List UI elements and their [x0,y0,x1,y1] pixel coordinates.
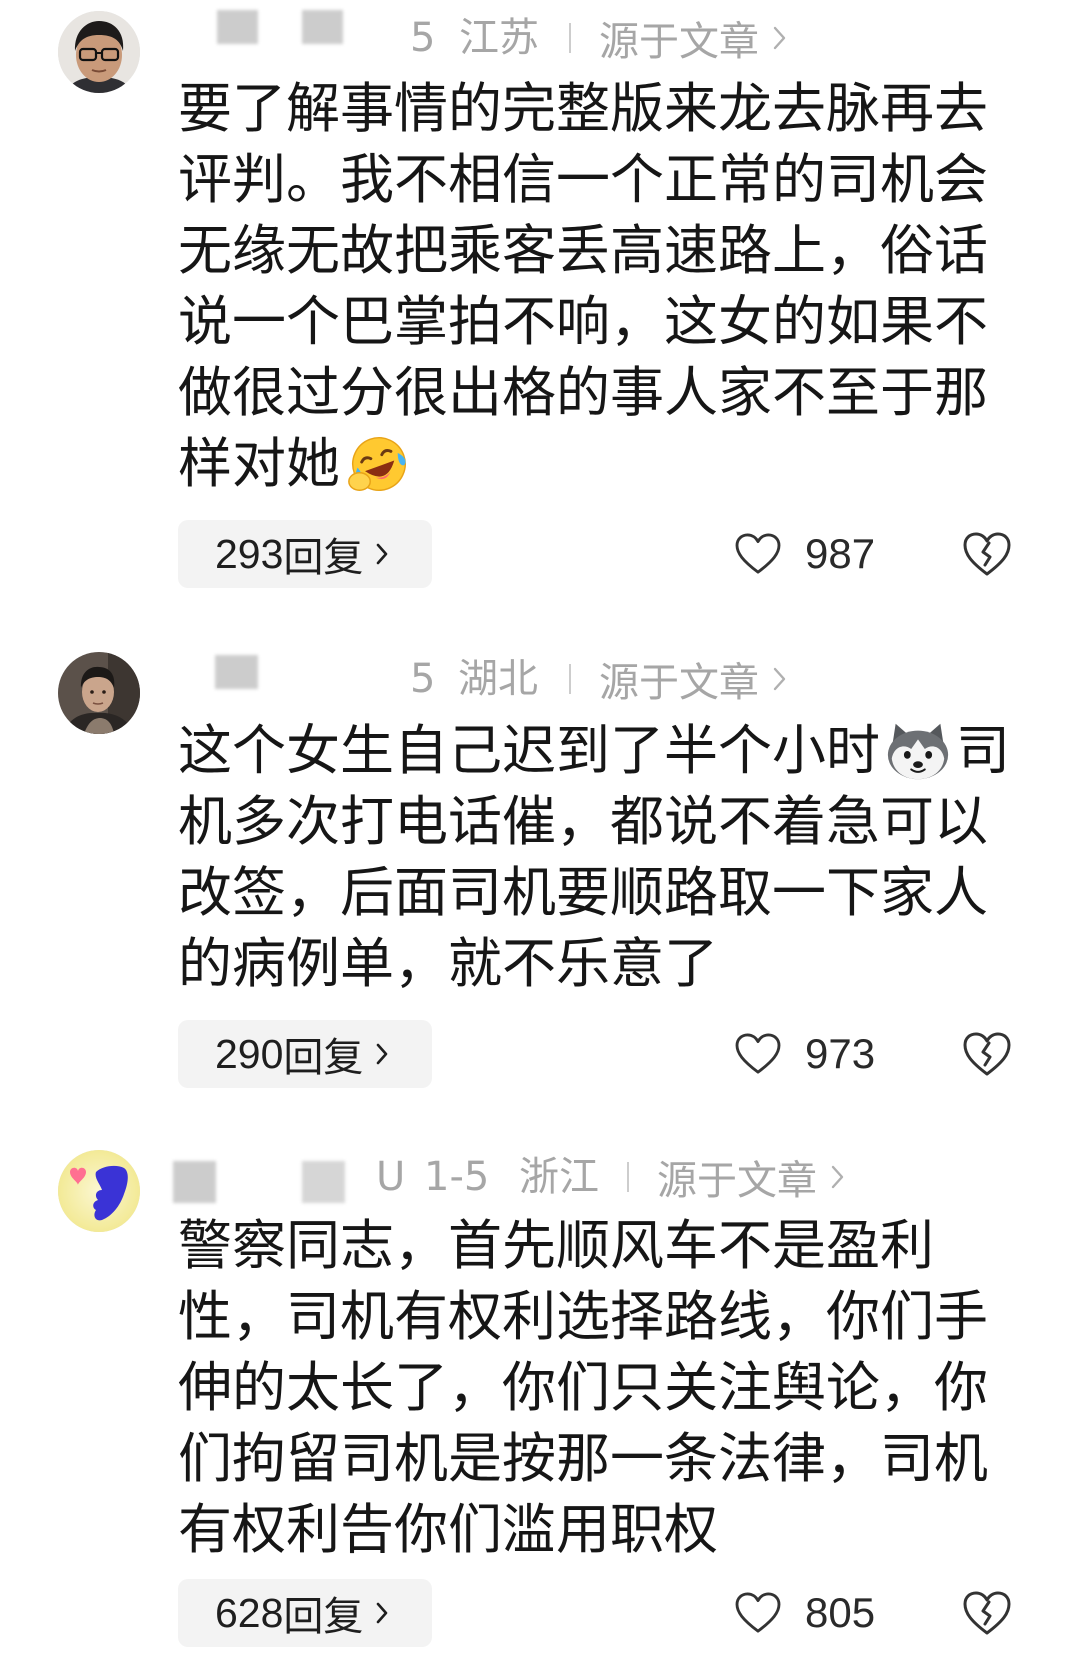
comment-text-line: 评判。我不相信一个正常的司机会 [178,148,988,211]
chevron-right-icon [377,1602,388,1624]
comment-text-segment: 这个女生自己迟到了半个小时 [178,719,880,782]
chevron-right-icon [773,26,786,50]
comment-item: 5 湖北 源于文章 这个女生自己迟到了半个小时 司 机多次打电话催，都说不着急可… [0,652,1080,1152]
comment-text-line: 们拘留司机是按那一条法律，司机 [178,1427,988,1490]
user-avatar[interactable] [58,652,140,734]
like-count: 987 [805,530,876,577]
heart-icon [735,1033,781,1074]
ip-location: 江苏 [459,15,539,61]
comment-text-line: 警察同志，首先顺风车不是盈利 [178,1214,934,1277]
header-divider [627,1162,629,1192]
like-button[interactable]: 973 [735,1020,875,1088]
reply-count: 293 [215,530,284,577]
blurred-username[interactable] [217,10,258,44]
heart-icon [735,533,781,574]
header-divider [569,23,571,53]
comment-text: 要了解事情的完整版来龙去脉再去 评判。我不相信一个正常的司机会 无缘无故把乘客丢… [178,73,988,499]
broken-heart-icon [963,1591,1011,1635]
comment-text-line: 这个女生自己迟到了半个小时 司 [178,715,1010,786]
husky-dog-emoji-icon [884,719,952,783]
like-count: 973 [805,1030,876,1077]
source-article-label: 源于文章 [599,660,759,706]
like-count: 805 [805,1589,876,1636]
dislike-button[interactable] [962,520,1012,588]
comment-text-line: 样对她 [178,428,988,499]
reply-count: 628 [215,1589,284,1636]
chevron-right-icon [831,1165,844,1189]
blurred-username[interactable] [302,1161,345,1203]
comment-text: 这个女生自己迟到了半个小时 司 机多次打电话催，都说不着急可以 改签，后面司机要… [178,715,1010,999]
user-avatar[interactable] [58,11,140,93]
source-article-label: 源于文章 [599,19,759,65]
comment-text-line: 的病例单，就不乐意了 [178,932,718,995]
comment-item: U 1-5 浙江 源于文章 警察同志，首先顺风车不是盈利 性，司机有权利选择路线… [0,1150,1080,1650]
comment-date: 5 [410,656,436,702]
broken-heart-icon [963,532,1011,576]
chevron-right-icon [773,667,786,691]
avatar-man-with-glasses-icon [58,11,140,93]
blurred-username[interactable] [173,1161,216,1203]
comment-text-line: 机多次打电话催，都说不着急可以 [178,790,988,853]
comment-text-line: 改签，后面司机要顺路取一下家人 [178,861,988,924]
user-avatar[interactable] [58,1150,140,1232]
comment-text-line: 无缘无故把乘客丢高速路上，俗话 [178,219,988,282]
source-article-link[interactable]: 源于文章 [657,1153,844,1204]
comment-date: 1-5 [424,1154,490,1200]
view-replies-button[interactable]: 290 回复 [178,1020,432,1088]
reply-label: 回复 [283,535,364,581]
heart-icon [735,1592,781,1633]
reply-label: 回复 [283,1035,364,1081]
avatar-cartoon-hand-heart-icon [58,1150,140,1232]
view-replies-button[interactable]: 293 回复 [178,520,432,588]
reply-label: 回复 [283,1594,364,1640]
comment-text-segment: 样对她 [178,432,340,495]
comment-text-line: 做很过分很出格的事人家不至于那 [178,361,988,424]
source-article-link[interactable]: 源于文章 [599,655,786,706]
comment-text-line: 性，司机有权利选择路线，你们手 [178,1285,988,1348]
broken-heart-icon [963,1032,1011,1076]
comment-item: 5 江苏 源于文章 要了解事情的完整版来龙去脉再去 评判。我不相信一个正常的司机… [0,10,1080,588]
like-button[interactable]: 987 [735,520,875,588]
source-article-link[interactable]: 源于文章 [599,14,786,65]
comment-text-segment: 司 [956,719,1010,782]
chevron-right-icon [377,543,388,565]
reply-count: 290 [215,1030,284,1077]
comment-text-line: 说一个巴掌拍不响，这女的如果不 [178,290,988,353]
avatar-young-man-photo-icon [58,652,140,734]
dislike-button[interactable] [962,1020,1012,1088]
chevron-right-icon [377,1043,388,1065]
comment-text-line: 有权利告你们滥用职权 [178,1498,718,1561]
ip-location: 浙江 [519,1154,599,1200]
laughing-crying-emoji-icon [344,432,412,496]
comment-text-line: 要了解事情的完整版来龙去脉再去 [178,77,988,140]
view-replies-button[interactable]: 628 回复 [178,1579,432,1647]
username-fragment[interactable]: U [376,1153,405,1201]
dislike-button[interactable] [962,1579,1012,1647]
source-article-label: 源于文章 [657,1158,817,1204]
comment-text-line: 伸的太长了，你们只关注舆论，你 [178,1356,988,1419]
blurred-username[interactable] [215,655,258,689]
ip-location: 湖北 [458,656,538,702]
blurred-username[interactable] [302,10,343,44]
comment-date: 5 [410,15,436,61]
like-button[interactable]: 805 [735,1579,875,1647]
comment-text: 警察同志，首先顺风车不是盈利 性，司机有权利选择路线，你们手 伸的太长了，你们只… [178,1210,988,1565]
header-divider [569,664,571,694]
